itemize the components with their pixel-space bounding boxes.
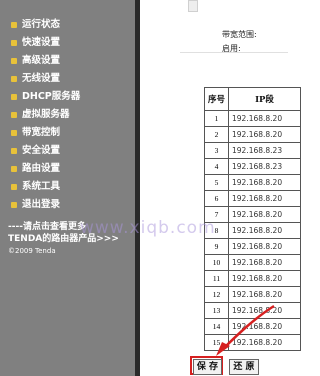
watermark-text: www.xiqb.com	[80, 218, 216, 238]
row-ip[interactable]: 192.168.8.20	[228, 270, 301, 287]
arrow-pointer-icon	[216, 304, 275, 356]
row-ip[interactable]: 192.168.8.20	[228, 238, 301, 255]
sidebar-item-label: 无线设置	[22, 73, 61, 84]
row-ip[interactable]: 192.168.8.20	[228, 174, 301, 191]
bullet-icon	[11, 58, 17, 64]
sidebar-item-advanced[interactable]: 高级设置	[11, 53, 61, 69]
sidebar-item-status[interactable]: 运行状态	[11, 17, 61, 33]
table-header-row: 序号 IP段	[204, 87, 301, 111]
row-ip[interactable]: 192.168.8.20	[228, 222, 301, 239]
row-index: 11	[204, 270, 229, 287]
table-row: 2 192.168.8.20	[204, 126, 301, 143]
table-row: 9 192.168.8.20	[204, 238, 301, 255]
bullet-icon	[11, 148, 17, 154]
bullet-icon	[11, 22, 17, 28]
bullet-icon	[11, 76, 17, 82]
table-row: 3 192.168.8.23	[204, 142, 301, 159]
bullet-icon	[11, 166, 17, 172]
sidebar-item-label: DHCP服务器	[22, 91, 81, 102]
sidebar-item-label: 退出登录	[22, 199, 61, 210]
sidebar-item-label: 路由设置	[22, 163, 61, 174]
row-ip[interactable]: 192.168.8.20	[228, 190, 301, 207]
bullet-icon	[11, 130, 17, 136]
table-row: 1 192.168.8.20	[204, 110, 301, 127]
sidebar-item-dhcp[interactable]: DHCP服务器	[11, 89, 81, 105]
sidebar-item-label: 运行状态	[22, 19, 61, 30]
bullet-icon	[11, 94, 17, 100]
restore-button[interactable]: 还 原	[229, 359, 259, 375]
row-index: 1	[204, 110, 229, 127]
bullet-icon	[11, 112, 17, 118]
bullet-icon	[11, 40, 17, 46]
scrollbar-stub[interactable]	[188, 0, 198, 12]
divider	[180, 52, 288, 53]
sidebar-item-bandwidth[interactable]: 带宽控制	[11, 125, 61, 141]
row-index: 3	[204, 142, 229, 159]
table-row: 5 192.168.8.20	[204, 174, 301, 191]
table-row: 7 192.168.8.20	[204, 206, 301, 223]
sidebar-item-wireless[interactable]: 无线设置	[11, 71, 61, 87]
row-index: 10	[204, 254, 229, 271]
row-ip[interactable]: 192.168.8.20	[228, 126, 301, 143]
table-row: 10 192.168.8.20	[204, 254, 301, 271]
row-index: 5	[204, 174, 229, 191]
sidebar-item-label: 高级设置	[22, 55, 61, 66]
bandwidth-range-label: 带宽范围:	[222, 30, 257, 39]
sidebar-nav: 运行状态 快速设置 高级设置 无线设置 DHCP服务器 虚拟服务器 带宽控制 安…	[0, 0, 135, 376]
row-ip[interactable]: 192.168.8.23	[228, 142, 301, 159]
row-ip[interactable]: 192.168.8.20	[228, 254, 301, 271]
table-row: 11 192.168.8.20	[204, 270, 301, 287]
row-index: 4	[204, 158, 229, 175]
bullet-icon	[11, 202, 17, 208]
row-index: 9	[204, 238, 229, 255]
header-index: 序号	[204, 87, 229, 111]
row-ip[interactable]: 192.168.8.20	[228, 206, 301, 223]
sidebar-item-quick-setup[interactable]: 快速设置	[11, 35, 61, 51]
sidebar-item-virtual-server[interactable]: 虚拟服务器	[11, 107, 70, 123]
row-index: 6	[204, 190, 229, 207]
table-row: 4 192.168.8.23	[204, 158, 301, 175]
header-ip-range: IP段	[228, 87, 301, 111]
copyright-text: ©2009 Tenda	[8, 247, 56, 255]
sidebar-item-label: 虚拟服务器	[22, 109, 70, 120]
table-row: 8 192.168.8.20	[204, 222, 301, 239]
bullet-icon	[11, 184, 17, 190]
row-ip[interactable]: 192.168.8.23	[228, 158, 301, 175]
sidebar-item-label: 安全设置	[22, 145, 61, 156]
sidebar-item-system-tools[interactable]: 系统工具	[11, 179, 61, 195]
sidebar-item-label: 带宽控制	[22, 127, 61, 138]
table-row: 6 192.168.8.20	[204, 190, 301, 207]
sidebar-item-label: 快速设置	[22, 37, 61, 48]
sidebar-item-security[interactable]: 安全设置	[11, 143, 61, 159]
save-button[interactable]: 保 存	[193, 359, 222, 375]
sidebar-item-label: 系统工具	[22, 181, 61, 192]
sidebar-item-logout[interactable]: 退出登录	[11, 197, 61, 213]
row-ip[interactable]: 192.168.8.20	[228, 110, 301, 127]
sidebar-item-routing[interactable]: 路由设置	[11, 161, 61, 177]
row-index: 2	[204, 126, 229, 143]
